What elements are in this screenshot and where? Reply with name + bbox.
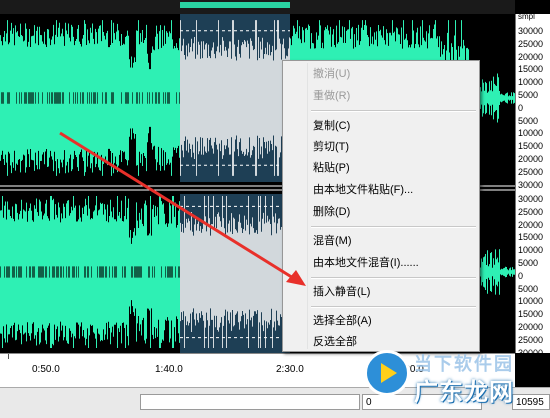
ruler-tick-bottom: 20000: [518, 322, 544, 332]
menu-item-mix[interactable]: 混音(M): [313, 232, 352, 250]
menu-item-cut[interactable]: 剪切(T): [313, 138, 349, 156]
ruler-tick-top: 30000: [518, 26, 544, 36]
watermark-logo: 当下软件园 广东龙网: [340, 344, 550, 417]
watermark-main-text: 广东龙网: [414, 379, 514, 406]
menu-item-delete[interactable]: 删除(D): [313, 203, 350, 221]
ruler-tick-top: 5000: [518, 90, 539, 100]
menu-item-select-all[interactable]: 选择全部(A): [313, 312, 372, 330]
ruler-tick-top: 15000: [518, 64, 544, 75]
timeline-label: 0:50.0: [32, 364, 60, 375]
menu-item-redo[interactable]: 重做(R): [313, 87, 350, 105]
ruler-tick-bottom: 15000: [518, 232, 544, 243]
ruler-tick-bottom: 0: [518, 270, 524, 281]
timeline-tick: [8, 354, 9, 359]
timeline-label: 1:40.0: [155, 364, 183, 375]
amplitude-ruler: smpl 30000 25000 20000 15000 10000 5000 0 5000 1…: [515, 12, 550, 358]
top-selection-bar: [0, 0, 515, 14]
ruler-tick-bottom: 10000: [518, 245, 544, 256]
menu-separator: [311, 110, 476, 112]
selection-range-marker[interactable]: [180, 2, 290, 8]
menu-separator: [311, 277, 476, 279]
timeline-label: 2:30.0: [276, 364, 304, 375]
ruler-unit-label: smpl: [518, 12, 535, 21]
ruler-tick-top: 25000: [518, 38, 544, 49]
menu-item-undo[interactable]: 撤消(U): [313, 65, 350, 83]
menu-item-insert-silence[interactable]: 插入静音(L): [313, 283, 370, 301]
ruler-tick-top: 20000: [518, 51, 544, 62]
menu-separator: [311, 226, 476, 228]
play-logo-icon: [364, 350, 410, 396]
ruler-tick-bottom: 10000: [518, 296, 544, 307]
menu-separator: [311, 306, 476, 308]
menu-item-copy[interactable]: 复制(C): [313, 117, 350, 135]
ruler-tick-top: 15000: [518, 141, 544, 152]
ruler-tick-top: 10000: [518, 77, 544, 88]
ruler-tick-top: 5000: [518, 115, 539, 126]
ruler-tick-bottom: 5000: [518, 258, 539, 268]
menu-item-paste-from-file[interactable]: 由本地文件粘贴(F)...: [313, 181, 413, 199]
ruler-tick-bottom: 30000: [518, 194, 544, 204]
ruler-tick-top: 0: [518, 102, 524, 113]
ruler-tick-bottom: 5000: [518, 283, 539, 294]
ruler-tick-bottom: 25000: [518, 206, 544, 217]
menu-gutter: [307, 63, 308, 349]
ruler-tick-bottom: 20000: [518, 219, 544, 230]
menu-item-paste[interactable]: 粘贴(P): [313, 159, 350, 177]
menu-item-mix-from-file[interactable]: 由本地文件混音(I)......: [313, 254, 419, 272]
ruler-tick-top: 25000: [518, 166, 544, 177]
ruler-tick-bottom: 15000: [518, 309, 544, 320]
ruler-tick-top: 20000: [518, 154, 544, 164]
context-menu: 撤消(U) 重做(R) 复制(C) 剪切(T) 粘贴(P) 由本地文件粘贴(F)…: [282, 60, 480, 352]
ruler-tick-top: 30000: [518, 179, 544, 190]
status-field-empty: [140, 394, 360, 410]
ruler-tick-top: 10000: [518, 128, 544, 139]
